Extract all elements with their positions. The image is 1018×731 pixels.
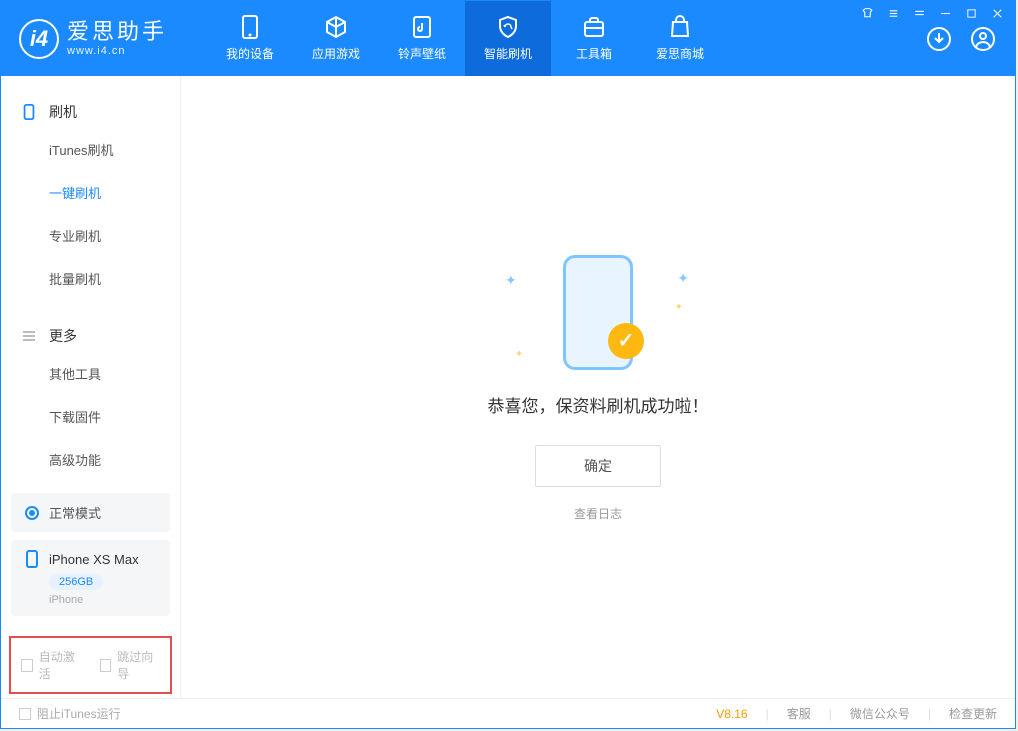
topnav: 我的设备 应用游戏 铃声壁纸 智能刷机 工具箱 爱思商城: [207, 1, 723, 76]
customer-service-link[interactable]: 客服: [787, 705, 811, 722]
device-sub: iPhone: [49, 594, 158, 606]
topnav-label: 铃声壁纸: [398, 45, 446, 62]
topnav-label: 应用游戏: [312, 45, 360, 62]
topnav-label: 我的设备: [226, 45, 274, 62]
wc-shirt-icon[interactable]: [859, 5, 875, 21]
topnav-label: 智能刷机: [484, 45, 532, 62]
list-icon: [21, 328, 37, 344]
phone-outline-icon: [23, 550, 41, 568]
topnav-label: 爱思商城: [656, 45, 704, 62]
checkbox-box-icon: [21, 659, 33, 672]
window-controls: [859, 5, 1005, 21]
topnav-label: 工具箱: [576, 45, 612, 62]
sidebar-item-advanced[interactable]: 高级功能: [1, 438, 180, 481]
device-card-top: iPhone XS Max: [23, 550, 158, 568]
sidebar-item-pro-flash[interactable]: 专业刷机: [1, 214, 180, 257]
sparkle-icon: ✦: [677, 270, 689, 287]
topnav-ringtone-wallpaper[interactable]: 铃声壁纸: [379, 1, 465, 76]
shield-refresh-icon: [496, 15, 520, 39]
device-storage-badge: 256GB: [49, 574, 103, 590]
cube-icon: [324, 15, 348, 39]
phone-illustration-icon: ✓: [563, 255, 633, 370]
checkbox-label: 跳过向导: [117, 648, 160, 682]
maximize-button[interactable]: [963, 5, 979, 21]
user-circle-icon[interactable]: [969, 25, 997, 53]
device-name: iPhone XS Max: [49, 552, 139, 567]
mode-icon: [23, 504, 41, 522]
briefcase-icon: [582, 15, 606, 39]
sidebar-item-one-click-flash[interactable]: 一键刷机: [1, 171, 180, 214]
separator: |: [829, 707, 832, 721]
section-title: 更多: [49, 326, 77, 346]
view-log-link[interactable]: 查看日志: [574, 505, 622, 522]
sparkle-icon: ✦: [675, 302, 683, 313]
checkbox-label: 自动激活: [39, 648, 82, 682]
topnav-apps-games[interactable]: 应用游戏: [293, 1, 379, 76]
separator: |: [928, 707, 931, 721]
logo-cn: 爱思助手: [67, 20, 167, 44]
check-badge-icon: ✓: [608, 323, 644, 359]
section-title: 刷机: [49, 102, 77, 122]
app-window: i4 爱思助手 www.i4.cn 我的设备 应用游戏 铃声壁纸 智能刷机: [0, 0, 1016, 729]
statusbar: 阻止iTunes运行 V8.16 | 客服 | 微信公众号 | 检查更新: [1, 698, 1015, 728]
mode-label: 正常模式: [49, 503, 101, 522]
confirm-button[interactable]: 确定: [535, 445, 661, 487]
app-logo: i4 爱思助手 www.i4.cn: [19, 1, 167, 76]
download-circle-icon[interactable]: [925, 25, 953, 53]
phone-icon: [238, 15, 262, 39]
music-file-icon: [410, 15, 434, 39]
logo-icon: i4: [19, 19, 59, 59]
minimize-button[interactable]: [937, 5, 953, 21]
sidebar-section-header-flash: 刷机: [1, 96, 180, 128]
phone-small-icon: [21, 104, 37, 120]
statusbar-right: V8.16 | 客服 | 微信公众号 | 检查更新: [716, 705, 997, 722]
separator: |: [766, 707, 769, 721]
sidebar-item-other-tools[interactable]: 其他工具: [1, 352, 180, 395]
check-update-link[interactable]: 检查更新: [949, 705, 997, 722]
wc-list-icon[interactable]: [885, 5, 901, 21]
wechat-link[interactable]: 微信公众号: [850, 705, 910, 722]
device-mode-chip[interactable]: 正常模式: [11, 493, 170, 532]
sidebar: 刷机 iTunes刷机 一键刷机 专业刷机 批量刷机 更多 其他工具 下载固件 …: [1, 76, 181, 698]
sidebar-section-flash: 刷机 iTunes刷机 一键刷机 专业刷机 批量刷机: [1, 76, 180, 300]
sidebar-section-more: 更多 其他工具 下载固件 高级功能: [1, 300, 180, 481]
bottom-checkboxes-highlighted: 自动激活 跳过向导: [9, 636, 172, 694]
checkbox-auto-activate[interactable]: 自动激活: [21, 648, 82, 682]
checkbox-box-icon: [19, 708, 31, 720]
sparkle-icon: ✦: [515, 349, 523, 360]
checkbox-block-itunes[interactable]: 阻止iTunes运行: [19, 705, 121, 722]
logo-en: www.i4.cn: [67, 45, 167, 57]
version-label: V8.16: [716, 707, 747, 721]
checkbox-label: 阻止iTunes运行: [37, 705, 121, 722]
sidebar-device-area: 正常模式 iPhone XS Max 256GB iPhone: [1, 483, 180, 626]
sidebar-section-header-more: 更多: [1, 320, 180, 352]
sparkle-icon: ✦: [505, 272, 517, 289]
topnav-my-device[interactable]: 我的设备: [207, 1, 293, 76]
close-button[interactable]: [989, 5, 1005, 21]
wc-menu-icon[interactable]: [911, 5, 927, 21]
body: 刷机 iTunes刷机 一键刷机 专业刷机 批量刷机 更多 其他工具 下载固件 …: [1, 76, 1015, 698]
topnav-smart-flash[interactable]: 智能刷机: [465, 1, 551, 76]
sidebar-item-batch-flash[interactable]: 批量刷机: [1, 257, 180, 300]
bag-icon: [668, 15, 692, 39]
checkbox-box-icon: [100, 659, 112, 672]
topnav-toolbox[interactable]: 工具箱: [551, 1, 637, 76]
statusbar-left: 阻止iTunes运行: [19, 705, 121, 722]
device-card[interactable]: iPhone XS Max 256GB iPhone: [11, 540, 170, 616]
success-illustration: ✦ ✦ ✦ ✦ ✓: [533, 252, 663, 372]
topnav-store[interactable]: 爱思商城: [637, 1, 723, 76]
sidebar-item-download-firmware[interactable]: 下载固件: [1, 395, 180, 438]
logo-text: 爱思助手 www.i4.cn: [67, 20, 167, 56]
sidebar-item-itunes-flash[interactable]: iTunes刷机: [1, 128, 180, 171]
checkbox-skip-guide[interactable]: 跳过向导: [100, 648, 161, 682]
main-content: ✦ ✦ ✦ ✦ ✓ 恭喜您，保资料刷机成功啦！ 确定 查看日志: [181, 76, 1015, 698]
success-message: 恭喜您，保资料刷机成功啦！: [488, 392, 709, 417]
